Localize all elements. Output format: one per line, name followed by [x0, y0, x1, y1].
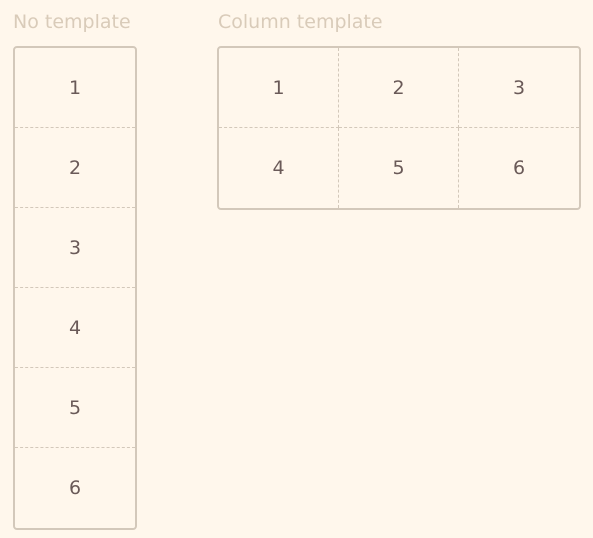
column-template-grid: 1 2 3 4 5 6: [217, 46, 581, 210]
column-template-label: Column template: [218, 11, 383, 33]
grid-item: 2: [339, 48, 459, 128]
grid-item: 6: [512, 157, 526, 179]
grid-item: 1: [219, 48, 339, 128]
grid-item: 6: [68, 477, 82, 499]
grid-item: 3: [15, 208, 135, 288]
grid-item: 3: [459, 48, 579, 128]
no-template-label: No template: [13, 11, 131, 33]
grid-item: 1: [15, 48, 135, 128]
grid-item: 5: [15, 368, 135, 448]
no-template-grid: 1 2 3 4 5 6: [13, 46, 137, 530]
grid-item: 2: [15, 128, 135, 208]
grid-item: 5: [339, 128, 459, 208]
grid-item: 4: [219, 128, 339, 208]
grid-item: 4: [15, 288, 135, 368]
